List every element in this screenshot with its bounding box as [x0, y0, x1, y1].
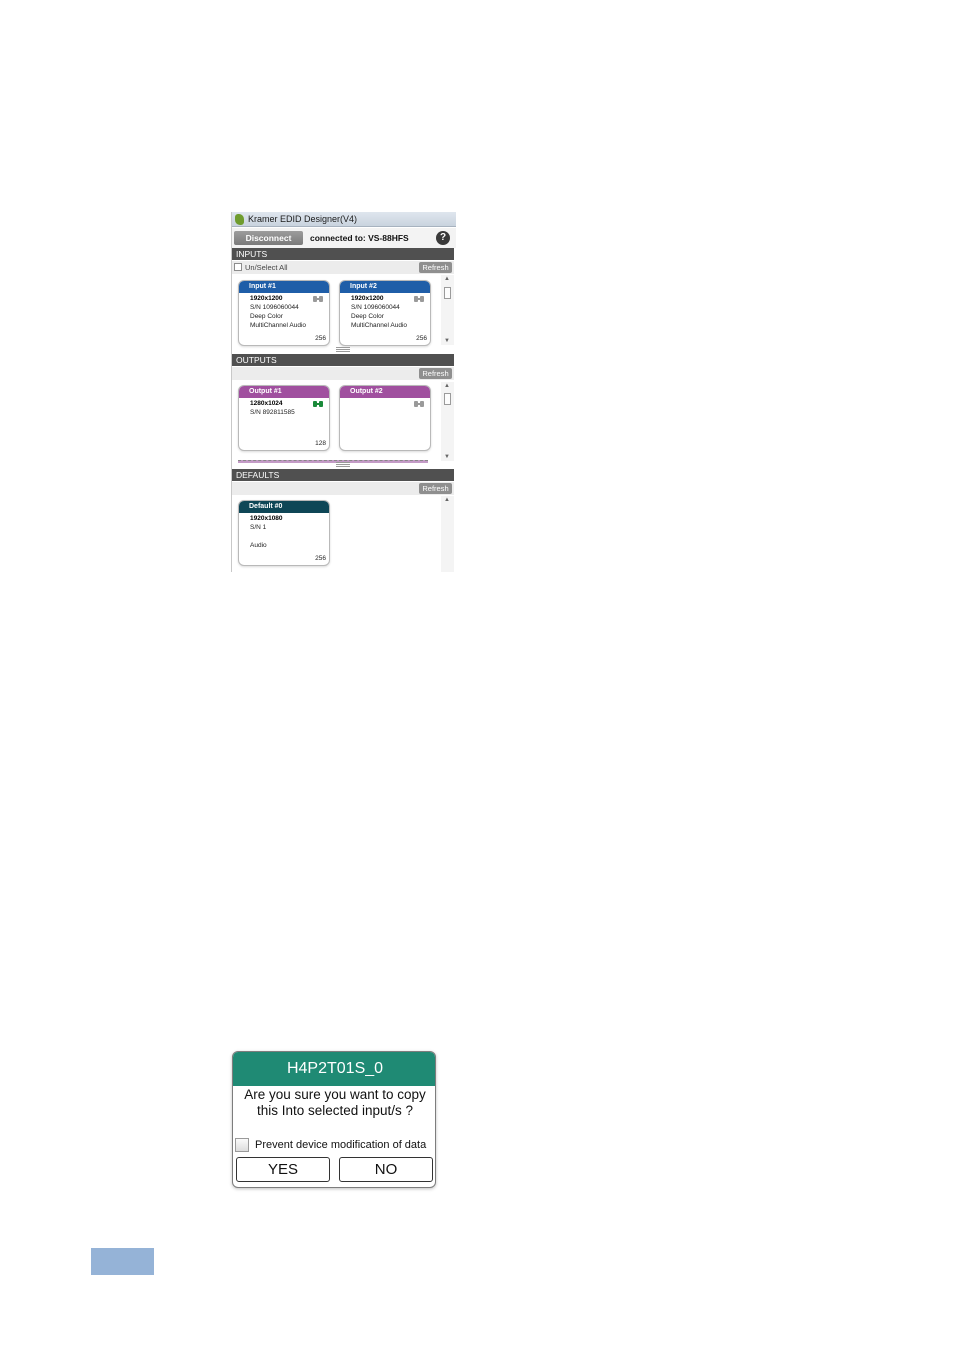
page-footer-tab: [91, 1248, 154, 1275]
inputs-refresh-button[interactable]: Refresh: [419, 262, 452, 273]
inputs-toolbar: Un/Select All Refresh: [232, 261, 454, 274]
card-title: Input #1: [239, 281, 329, 293]
plug-icon: [313, 296, 323, 302]
copy-confirm-dialog: H4P2T01S_0 Are you sure you want to copy…: [232, 1051, 436, 1188]
card-serial: S/N 1096060044: [351, 304, 400, 311]
dialog-title: H4P2T01S_0: [233, 1052, 435, 1086]
card-feature: MultiChannel Audio: [250, 322, 307, 329]
disconnect-button[interactable]: Disconnect: [234, 231, 303, 245]
defaults-toolbar: Refresh: [232, 482, 454, 495]
defaults-scrollbar[interactable]: ▲: [441, 496, 454, 572]
card-serial: S/N 1096060044: [250, 304, 299, 311]
default-card-0[interactable]: Default #0 1920x1080 S/N 1 Audio 256: [238, 500, 330, 566]
outputs-section-header: OUTPUTS: [232, 354, 454, 366]
card-resolution: 1920x1200: [351, 295, 384, 302]
card-size: 256: [315, 555, 326, 562]
title-bar: Kramer EDID Designer(V4): [232, 212, 456, 227]
card-title: Output #1: [239, 386, 329, 398]
scroll-down-icon[interactable]: ▼: [444, 338, 450, 344]
plug-icon: [414, 401, 424, 407]
app-logo-icon: [235, 214, 244, 225]
card-title: Input #2: [340, 281, 430, 293]
output-card-1[interactable]: Output #1 1280x1024 S/N 892811585 128: [238, 385, 330, 451]
dialog-message-line: Are you sure you want to copy: [244, 1087, 426, 1102]
select-all-label: Un/Select All: [245, 263, 288, 272]
card-feature: MultiChannel Audio: [351, 322, 408, 329]
hidden-cards-edge: [238, 460, 428, 463]
inputs-resize-grip[interactable]: [336, 347, 350, 352]
card-resolution: 1280x1024: [250, 400, 283, 407]
outputs-refresh-button[interactable]: Refresh: [419, 368, 452, 379]
inputs-section-header: INPUTS: [232, 248, 454, 260]
defaults-refresh-button[interactable]: Refresh: [419, 483, 452, 494]
scroll-thumb[interactable]: [444, 287, 451, 299]
dialog-message-line: this Into selected input/s ?: [256, 1103, 414, 1118]
scroll-up-icon[interactable]: ▲: [444, 497, 450, 503]
scroll-up-icon[interactable]: ▲: [444, 383, 450, 389]
scroll-up-icon[interactable]: ▲: [444, 276, 450, 282]
input-card-1[interactable]: Input #1 1920x1200 S/N 1096060044 Deep C…: [238, 280, 330, 346]
card-feature: Audio: [250, 542, 267, 549]
plug-icon: [414, 296, 424, 302]
plug-icon: [313, 401, 323, 407]
card-title: Output #2: [340, 386, 430, 398]
connection-status: connected to: VS-88HFS: [310, 233, 409, 243]
prevent-modification-label: Prevent device modification of data: [255, 1139, 427, 1151]
select-all-checkbox[interactable]: [234, 263, 242, 271]
outputs-resize-grip[interactable]: [336, 462, 350, 467]
card-resolution: 1920x1080: [250, 515, 283, 522]
output-card-2[interactable]: Output #2: [339, 385, 431, 451]
window-title: Kramer EDID Designer(V4): [248, 214, 358, 224]
scroll-thumb[interactable]: [444, 393, 451, 405]
no-button[interactable]: NO: [339, 1157, 433, 1182]
card-feature: Deep Color: [250, 313, 283, 320]
outputs-scrollbar[interactable]: ▲ ▼: [441, 382, 454, 461]
yes-button[interactable]: YES: [236, 1157, 330, 1182]
card-size: 256: [315, 335, 326, 342]
connection-toolbar: Disconnect connected to: VS-88HFS ?: [232, 228, 456, 248]
outputs-toolbar: Refresh: [232, 367, 454, 380]
card-feature: Deep Color: [351, 313, 384, 320]
scroll-down-icon[interactable]: ▼: [444, 454, 450, 460]
help-icon[interactable]: ?: [436, 231, 450, 245]
edid-designer-window: Kramer EDID Designer(V4) Disconnect conn…: [231, 212, 456, 572]
dialog-message: Are you sure you want to copy this Into …: [233, 1087, 435, 1119]
card-size: 128: [315, 440, 326, 447]
card-title: Default #0: [239, 501, 329, 513]
card-serial: S/N 892811585: [250, 409, 295, 416]
inputs-scrollbar[interactable]: ▲ ▼: [441, 275, 454, 345]
defaults-section-header: DEFAULTS: [232, 469, 454, 481]
card-resolution: 1920x1200: [250, 295, 283, 302]
card-serial: S/N 1: [250, 524, 267, 531]
input-card-2[interactable]: Input #2 1920x1200 S/N 1096060044 Deep C…: [339, 280, 431, 346]
prevent-modification-checkbox[interactable]: [235, 1138, 249, 1152]
card-size: 256: [416, 335, 427, 342]
